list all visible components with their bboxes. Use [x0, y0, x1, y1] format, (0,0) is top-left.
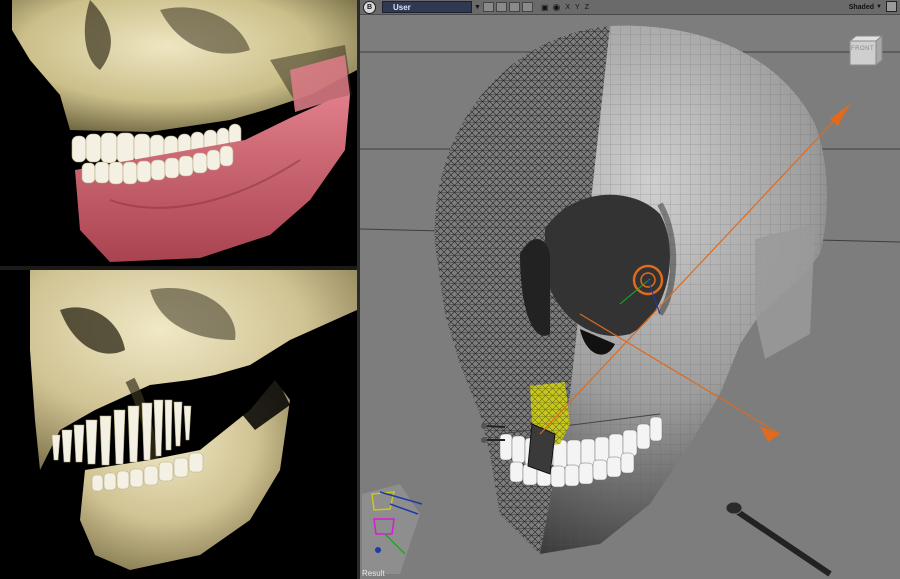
bookmark-slot-3[interactable]	[508, 2, 520, 12]
nozzle-tool-object[interactable]	[725, 501, 832, 577]
helper-rig-corner[interactable]	[362, 484, 423, 574]
axis-x-toggle[interactable]: X	[565, 1, 570, 13]
bookmark-slot-1[interactable]	[482, 2, 494, 12]
eye-icon[interactable]: ◉	[553, 1, 561, 13]
view-cube[interactable]: FRONT	[848, 34, 886, 67]
view-cube-label: FRONT	[851, 46, 875, 52]
chevron-down-icon[interactable]: ▼	[474, 1, 481, 13]
skull-render-image-bottom	[0, 270, 357, 579]
display-mode-select[interactable]: Shaded	[849, 1, 874, 13]
bookmark-slot-2[interactable]	[495, 2, 507, 12]
viewport-toolbar: B User ▼ ▣ ◉ X Y Z Shaded ▼	[360, 0, 900, 15]
camera-select[interactable]: User	[382, 1, 472, 13]
application-window: B User ▼ ▣ ◉ X Y Z Shaded ▼ FRONT Result	[0, 0, 900, 579]
bookmark-slot-4[interactable]	[521, 2, 533, 12]
result-label: Result	[362, 569, 385, 578]
axis-y-toggle[interactable]: Y	[575, 1, 580, 13]
viewport-scene[interactable]	[360, 14, 900, 579]
chevron-down-icon[interactable]: ▼	[876, 1, 882, 13]
axis-z-toggle[interactable]: Z	[585, 1, 589, 13]
maximize-icon[interactable]	[886, 1, 897, 12]
render-preview-top	[0, 0, 357, 266]
view-menu-button[interactable]: B	[363, 0, 376, 14]
camera-icon[interactable]: ▣	[541, 1, 549, 13]
3d-viewport[interactable]: B User ▼ ▣ ◉ X Y Z Shaded ▼ FRONT Result	[360, 0, 900, 579]
skull-mesh[interactable]	[434, 25, 827, 555]
render-preview-bottom	[0, 270, 357, 579]
skull-render-image-top	[0, 0, 357, 266]
